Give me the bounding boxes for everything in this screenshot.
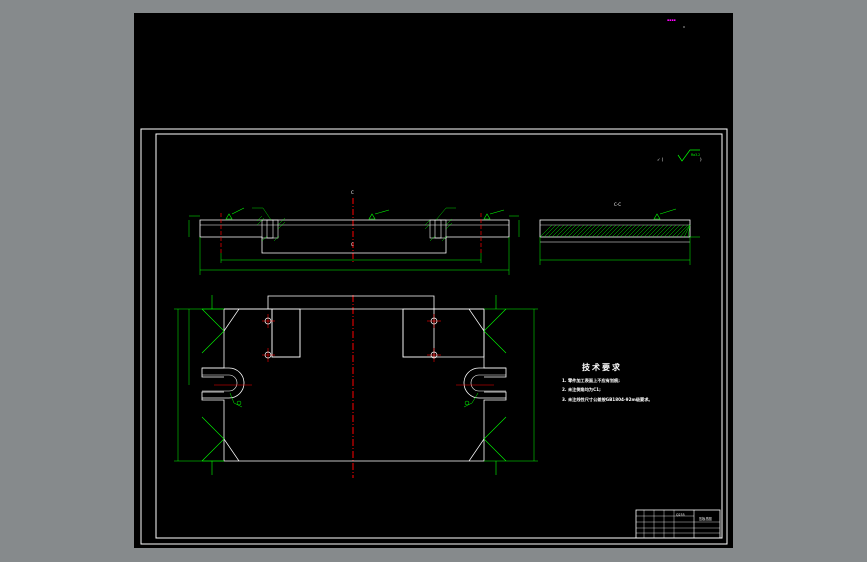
plan-view bbox=[174, 295, 538, 478]
sheet-inner-frame bbox=[155, 133, 723, 539]
svg-text:Ra3.2: Ra3.2 bbox=[691, 153, 700, 157]
requirement-item-3: 3. 未注线性尺寸公差按GB1804-92m级要求。 bbox=[562, 396, 653, 403]
cad-drawing: ▪▪▪▪ ✓ ( Ra3.2 ) C C C-C 技术要求 1. 零件加工表面上… bbox=[140, 18, 728, 545]
svg-text:✓ (: ✓ ( bbox=[657, 157, 664, 162]
drawing-canvas[interactable]: ▪▪▪▪ ✓ ( Ra3.2 ) C C C-C 技术要求 1. 零件加工表面上… bbox=[134, 13, 733, 548]
svg-text:): ) bbox=[700, 157, 702, 162]
title-block-material: Q235 bbox=[676, 513, 685, 517]
title-block-part-name: 压板总图 bbox=[699, 516, 712, 521]
section-label-bottom: C bbox=[351, 242, 354, 247]
technical-requirements: 技术要求 1. 零件加工表面上不应有划痕; 2. 未注倒角均为C1; 3. 未注… bbox=[562, 362, 653, 403]
section-view-c-c: C-C bbox=[539, 202, 700, 265]
section-view-title: C-C bbox=[614, 202, 621, 207]
front-view: C C bbox=[188, 190, 520, 275]
top-corner-mark: ▪▪▪▪ bbox=[667, 18, 676, 22]
title-block: Q235 压板总图 bbox=[635, 509, 721, 539]
requirement-item-1: 1. 零件加工表面上不应有划痕; bbox=[562, 377, 620, 384]
requirement-item-2: 2. 未注倒角均为C1; bbox=[562, 386, 601, 393]
section-label-top: C bbox=[351, 190, 354, 195]
requirements-title: 技术要求 bbox=[582, 362, 622, 372]
roughness-general-mark: ✓ ( Ra3.2 ) bbox=[657, 149, 702, 162]
